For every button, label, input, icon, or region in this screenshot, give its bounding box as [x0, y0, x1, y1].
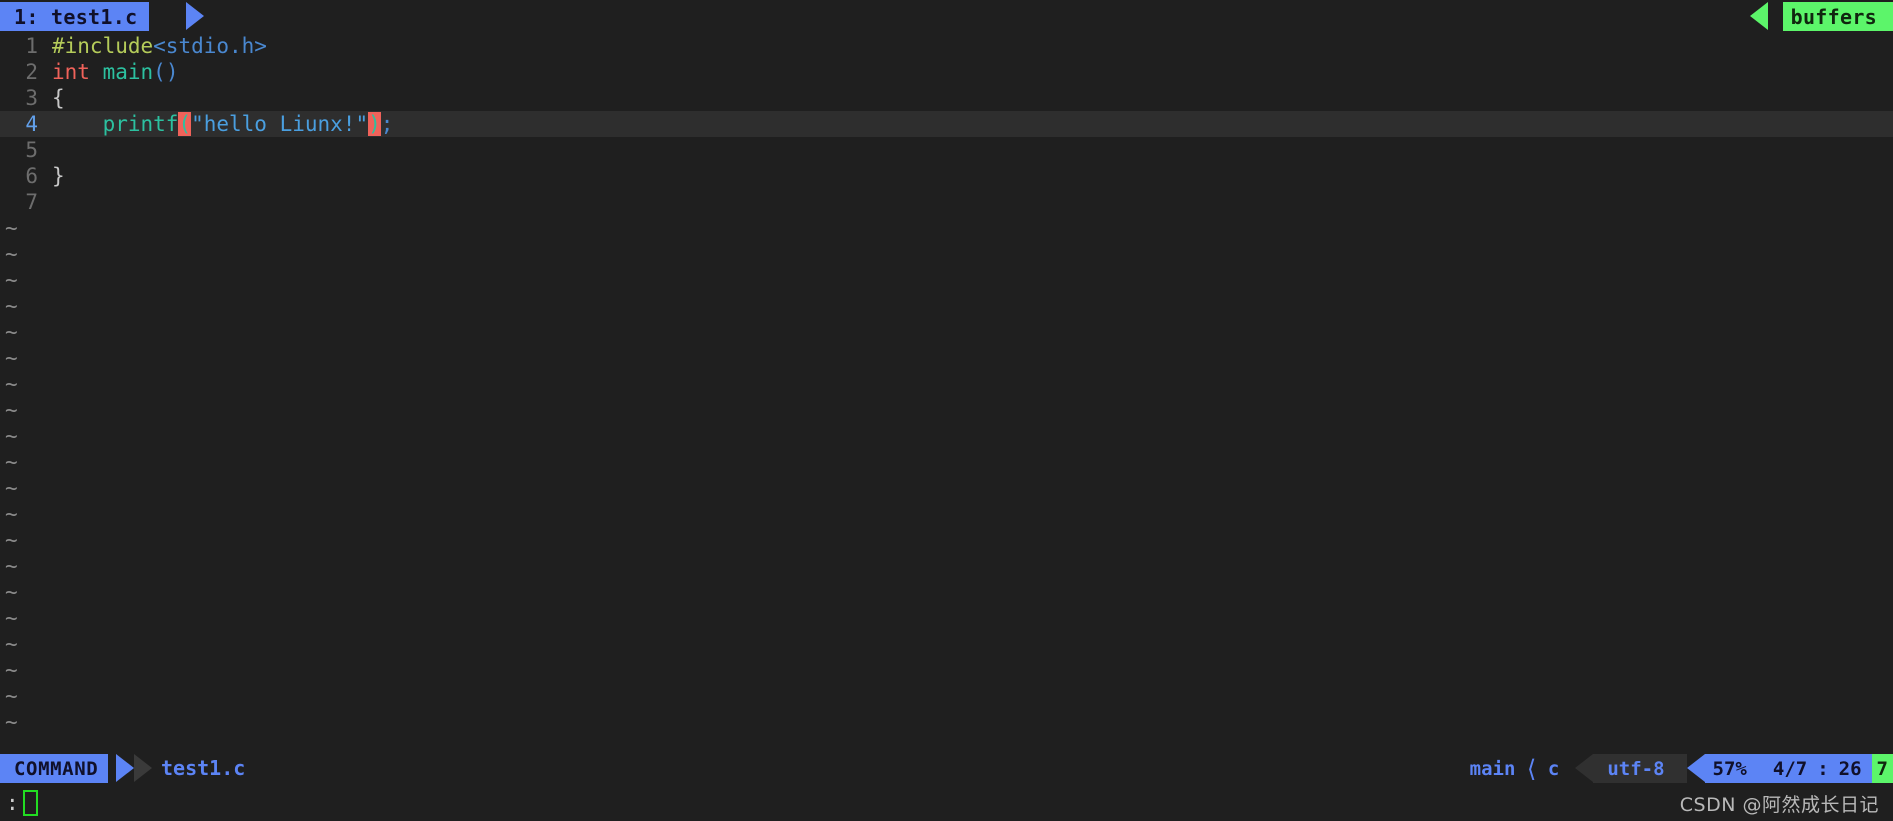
- code-line[interactable]: 7: [0, 189, 1893, 215]
- line-of-total-label: 4/7: [1772, 757, 1808, 780]
- empty-line-marker: ~: [5, 424, 18, 448]
- empty-line-marker: ~: [5, 320, 18, 344]
- code-token-match: (: [178, 112, 192, 136]
- chevron-left-icon: ⟨: [1524, 754, 1539, 783]
- buffer-tab-test1c[interactable]: 1: test1.c: [0, 2, 150, 31]
- empty-line-filler-column: ~ ~ ~ ~ ~ ~ ~ ~ ~ ~ ~ ~ ~ ~ ~ ~ ~ ~ ~ ~: [0, 215, 48, 735]
- statusline-right-group: main ⟨ c utf-8 57% 4/7 : 26 7: [1454, 754, 1893, 783]
- watermark-text: CSDN @阿然成长日记: [1679, 794, 1879, 816]
- code-token-preproc: #include: [52, 34, 154, 58]
- empty-line-marker: ~: [5, 710, 18, 734]
- code-line-text: printf("hello Liunx!");: [48, 111, 393, 137]
- code-token-func: main: [102, 60, 154, 84]
- empty-line-marker: ~: [5, 502, 18, 526]
- column-label: 26: [1838, 757, 1862, 780]
- scroll-percent-label: 57%: [1712, 757, 1747, 780]
- buffers-indicator[interactable]: buffers: [1782, 2, 1893, 31]
- code-token-plain: }: [52, 164, 65, 188]
- tabline: 1: test1.c buffers: [0, 0, 1893, 33]
- empty-line-marker: ~: [5, 398, 18, 422]
- code-line[interactable]: 2 int main(): [0, 59, 1893, 85]
- code-token-punct: ;: [380, 112, 394, 136]
- position-colon-separator: :: [1817, 757, 1829, 780]
- encoding-chevron-icon: [1575, 754, 1594, 782]
- buffer-tab-arrow-icon: [186, 2, 204, 30]
- code-token-string: "hello Liunx!": [191, 112, 369, 136]
- code-line-text: {: [48, 85, 65, 111]
- empty-line-marker: ~: [5, 632, 18, 656]
- empty-line-marker: ~: [5, 606, 18, 630]
- vim-editor-window: 1: test1.c buffers 1 #include<stdio.h> 2 in…: [0, 0, 1893, 821]
- line-number: 2: [25, 60, 38, 84]
- code-line[interactable]: 1 #include<stdio.h>: [0, 33, 1893, 59]
- git-branch-label: main: [1469, 757, 1516, 780]
- total-lines-segment: 7: [1871, 754, 1893, 783]
- code-token-plain: {: [52, 86, 65, 110]
- empty-line-marker: ~: [5, 372, 18, 396]
- empty-line-marker: ~: [5, 450, 18, 474]
- empty-line-marker: ~: [5, 268, 18, 292]
- command-cursor: [22, 790, 38, 816]
- code-line-text: #include<stdio.h>: [48, 33, 267, 59]
- line-number: 1: [25, 34, 38, 58]
- code-line[interactable]: 4 printf("hello Liunx!");: [0, 111, 1893, 137]
- mode-arrow-secondary-icon: [134, 754, 152, 782]
- code-line[interactable]: 5: [0, 137, 1893, 163]
- empty-line-marker: ~: [5, 580, 18, 604]
- position-chevron-icon: [1686, 754, 1705, 782]
- code-line-text: }: [48, 163, 65, 189]
- code-line[interactable]: 6}: [0, 163, 1893, 189]
- empty-line-marker: ~: [5, 658, 18, 682]
- empty-line-marker: ~: [5, 528, 18, 552]
- position-segment: 57% 4/7 : 26: [1686, 754, 1872, 783]
- code-token-match: ): [368, 112, 381, 136]
- editor-buffer[interactable]: 1 #include<stdio.h> 2 int main() 3{4 printf(…: [0, 33, 1893, 752]
- code-token-func: printf: [102, 112, 179, 136]
- code-token-header: <stdio.h>: [153, 34, 267, 58]
- command-line[interactable]: :: [0, 785, 1893, 821]
- command-prompt-char: :: [6, 791, 19, 815]
- git-branch-segment[interactable]: main ⟨ c: [1454, 754, 1576, 783]
- empty-line-marker: ~: [5, 216, 18, 240]
- line-column-group: 4/7 : 26: [1773, 758, 1862, 780]
- statusline: COMMAND test1.c main ⟨ c utf-8 57% 4/7 :: [0, 752, 1893, 785]
- empty-line-marker: ~: [5, 554, 18, 578]
- empty-line-marker: ~: [5, 476, 18, 500]
- buffer-tab-label: 1: test1.c: [14, 4, 138, 29]
- code-token-punct: (): [153, 60, 179, 84]
- empty-line-marker: ~: [5, 242, 18, 266]
- empty-line-marker: ~: [5, 294, 18, 318]
- status-filename: test1.c: [161, 756, 246, 780]
- mode-label: COMMAND: [14, 757, 99, 780]
- code-lines: 1 #include<stdio.h> 2 int main() 3{4 printf(…: [0, 33, 1893, 215]
- empty-line-marker: ~: [5, 684, 18, 708]
- code-line-text: int main(): [48, 59, 178, 85]
- empty-line-marker: ~: [5, 346, 18, 370]
- line-number: 3: [25, 86, 38, 110]
- encoding-segment: utf-8: [1575, 754, 1687, 783]
- encoding-label: utf-8: [1607, 757, 1665, 780]
- mode-indicator: COMMAND: [0, 754, 109, 783]
- line-number: 7: [25, 190, 38, 214]
- code-line[interactable]: 3{: [0, 85, 1893, 111]
- total-lines-label: 7: [1876, 757, 1888, 780]
- mode-arrow-icon: [116, 754, 134, 782]
- code-token-type: int: [52, 60, 90, 84]
- buffers-chevron-icon: [1750, 2, 1768, 30]
- line-number: 6: [25, 164, 38, 188]
- line-number: 5: [25, 138, 38, 162]
- filetype-label: c: [1547, 757, 1560, 780]
- buffers-label: buffers: [1790, 4, 1877, 29]
- line-number: 4: [25, 112, 38, 136]
